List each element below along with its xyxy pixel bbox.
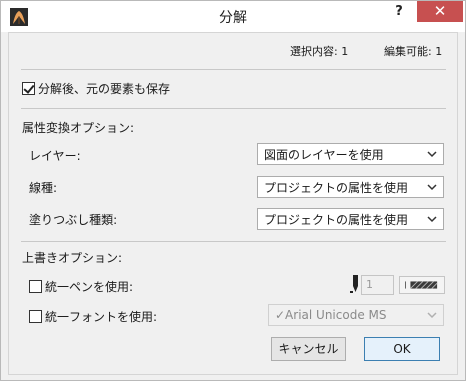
dialog-body: 選択内容: 1 編集可能: 1 分解後、元の要素も保存 属性変換オプション: レ… <box>8 32 458 375</box>
help-button[interactable]: ? <box>382 1 416 23</box>
title-bar: 分解 ? ✕ <box>1 1 465 32</box>
line-type-select-value: プロジェクトの属性を使用 <box>264 180 409 195</box>
font-select-value: ✓Arial Unicode MS <box>275 308 387 322</box>
line-pattern-swatch[interactable] <box>399 276 445 294</box>
layer-select-value: 図面のレイヤーを使用 <box>264 147 384 162</box>
explode-dialog: 分解 ? ✕ 選択内容: 1 編集可能: 1 分解後、元の要素も保存 属性変換オ… <box>0 0 466 381</box>
layer-select[interactable]: 図面のレイヤーを使用 <box>257 143 444 165</box>
uniform-font-checkbox[interactable] <box>29 310 42 323</box>
chevron-down-icon <box>427 216 437 223</box>
font-select[interactable]: ✓Arial Unicode MS <box>268 304 444 326</box>
attribute-options-heading: 属性変換オプション: <box>22 121 135 135</box>
fill-type-label: 塗りつぶし種類: <box>29 213 118 227</box>
line-type-label: 線種: <box>29 181 58 195</box>
uniform-font-label: 統一フォントを使用: <box>45 310 158 324</box>
uniform-font-row[interactable]: 統一フォントを使用: <box>29 308 157 325</box>
pen-icon <box>350 275 358 293</box>
fill-type-select-value: プロジェクトの属性を使用 <box>264 212 409 227</box>
ok-button[interactable]: OK <box>364 337 440 361</box>
close-button[interactable]: ✕ <box>417 1 463 22</box>
keep-original-label: 分解後、元の要素も保存 <box>38 82 171 96</box>
editable-count: 編集可能: 1 <box>384 45 443 58</box>
fill-type-select[interactable]: プロジェクトの属性を使用 <box>257 208 444 230</box>
pen-number-field[interactable]: 1 <box>361 275 394 295</box>
keep-original-row[interactable]: 分解後、元の要素も保存 <box>22 80 170 97</box>
line-type-select[interactable]: プロジェクトの属性を使用 <box>257 176 444 198</box>
cancel-button[interactable]: キャンセル <box>271 337 346 361</box>
uniform-pen-label: 統一ペンを使用: <box>45 280 134 294</box>
divider <box>21 241 446 242</box>
chevron-down-icon <box>427 184 437 191</box>
layer-label: レイヤー: <box>29 149 81 163</box>
divider <box>21 108 446 109</box>
divider <box>21 69 446 70</box>
chevron-down-icon <box>427 151 437 158</box>
uniform-pen-row[interactable]: 統一ペンを使用: <box>29 278 133 295</box>
uniform-pen-checkbox[interactable] <box>29 280 42 293</box>
override-options-heading: 上書きオプション: <box>22 251 123 265</box>
selection-count: 選択内容: 1 <box>290 45 349 58</box>
keep-original-checkbox[interactable] <box>22 82 35 95</box>
chevron-down-icon <box>427 312 437 319</box>
